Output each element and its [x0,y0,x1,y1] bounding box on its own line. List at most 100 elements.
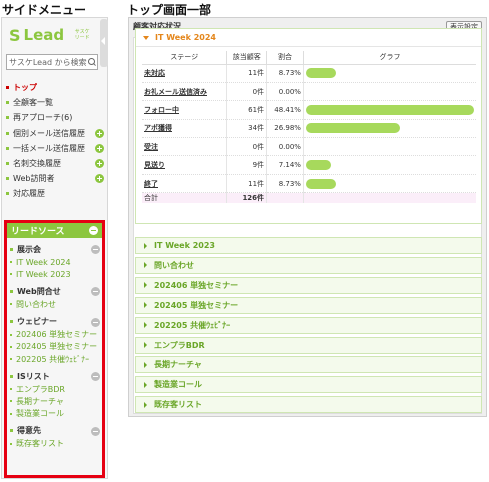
lead-source-panel: リードソース 展示会 IT Week 2024 IT Week 2023 Web問合せ… [4,220,105,478]
plus-icon[interactable] [95,158,104,168]
lead-group: 得意先既存客リスト [10,424,102,450]
lead-source-card-collapsed[interactable]: 202205 共催ｳｪﾋﾞﾅｰ [135,316,482,334]
stage-link[interactable]: お礼メール送信済み [142,82,227,102]
lead-source-label: 製造業コール [16,409,64,419]
lead-source-card-collapsed[interactable]: 製造業コール [135,376,482,394]
collapse-icon[interactable] [91,317,100,327]
lead-source-card-collapsed[interactable]: 長期ナーチャ [135,356,482,374]
bullet-icon [6,192,9,196]
stage-link[interactable]: フォロー中 [142,100,227,120]
plus-icon[interactable] [95,143,104,153]
logo-subtitle: サスケ リード [72,29,92,41]
card-title: IT Week 2024 [155,33,216,42]
lead-source-link[interactable]: 202405 単独セミナー [10,341,102,353]
lead-source-link[interactable]: IT Week 2024 [10,256,102,268]
lead-source-link[interactable]: エンプラBDR [10,383,102,395]
lead-group-label: Web問合せ [17,286,61,296]
card-title: 問い合わせ [154,260,194,270]
lead-source-card-collapsed[interactable]: 既存客リスト [135,396,482,414]
bullet-icon [6,146,9,150]
collapse-icon[interactable] [89,226,98,235]
column-header-graph: グラフ [302,51,476,65]
search-input[interactable] [7,55,87,69]
search-icon[interactable] [87,57,97,67]
collapse-icon[interactable] [91,245,100,254]
sidebar-collapse-handle[interactable] [100,19,108,67]
stage-graph [302,137,476,157]
lead-source-link[interactable]: 202205 共催ｳｪﾋﾞﾅｰ [10,353,102,365]
lead-group-title[interactable]: Web問合せ [10,284,102,298]
sidebar-item-6[interactable]: Web訪問者 [6,171,106,186]
lead-source-link[interactable]: 長期ナーチャ [10,395,102,407]
lead-source-link[interactable]: 既存客リスト [10,438,102,450]
logo-word: Lead [23,26,65,44]
sidebar-menu: トップ 全顧客一覧再アプローチ(6) 個別メール送信履歴一括メール送信履歴名刺交換履… [6,80,106,202]
card-title: 202205 共催ｳｪﾋﾞﾅｰ [154,320,231,330]
lead-source-link[interactable]: IT Week 2023 [10,268,102,280]
sidebar-item-3[interactable]: 個別メール送信履歴 [6,126,106,141]
lead-group-title[interactable]: ISリスト [10,369,102,383]
lead-group-title[interactable]: 得意先 [10,424,102,438]
stage-link[interactable]: 見送り [142,155,227,175]
stage-link[interactable]: 受注 [142,137,227,157]
card-header[interactable]: IT Week 2024 [136,29,481,47]
sidebar-item-label: 再アプローチ(6) [13,113,73,123]
stage-link[interactable]: 未対応 [142,64,227,83]
table-row: 受注 0件 0.00% [142,137,476,157]
collapse-icon[interactable] [91,287,100,297]
bullet-icon [6,131,9,135]
plus-icon[interactable] [95,128,104,138]
collapsed-triangle-icon [144,381,147,388]
lead-source-link[interactable]: 202406 単独セミナー [10,329,102,341]
lead-source-card-collapsed[interactable]: 202406 単独セミナー [135,276,482,294]
bullet-icon [6,116,9,120]
lead-source-card-collapsed[interactable]: 202405 単独セミナー [135,296,482,314]
lead-group-label: 得意先 [17,426,41,436]
sidebar-item-0[interactable]: トップ [6,80,106,95]
stage-link[interactable]: アポ獲得 [142,119,227,139]
stage-count: 11件 [226,64,267,83]
stage-count: 0件 [226,82,267,102]
lead-source-card-collapsed[interactable]: 問い合わせ [135,256,482,274]
lead-group: Web問合せ問い合わせ [10,284,102,310]
lead-source-card-collapsed[interactable]: IT Week 2023 [135,237,482,254]
collapsed-triangle-icon [144,342,147,348]
logo-subtitle-line2: リード [74,35,90,41]
ratio-bar [305,68,337,79]
sidebar-item-label: 一括メール送信履歴 [13,143,85,153]
stage-count: 0件 [226,137,267,157]
sidebar-item-5[interactable]: 名刺交換履歴 [6,156,106,171]
lead-source-title: リードソース [11,227,65,237]
stage-link[interactable]: 終了 [142,174,227,194]
lead-source-link[interactable]: 製造業コール [10,408,102,420]
bullet-icon [6,177,9,181]
collapse-icon[interactable] [91,372,100,382]
lead-source-label: 202406 単独セミナー [16,330,98,340]
sidebar-item-4[interactable]: 一括メール送信履歴 [6,141,106,156]
lead-source-card-collapsed[interactable]: エンプラBDR [135,336,482,354]
plus-icon[interactable] [95,174,104,184]
lead-source-header[interactable]: リードソース [7,223,102,238]
lead-group-title[interactable]: 展示会 [10,242,102,256]
lead-group: ISリスト エンプラBDR 長期ナーチャ製造業コール [10,369,102,420]
bullet-icon [10,400,12,403]
stage-graph [302,100,476,120]
stage-ratio: 8.73% [266,64,304,83]
stage-count: 34件 [226,119,267,139]
stage-ratio: 0.00% [266,137,304,157]
lead-source-link[interactable]: 問い合わせ [10,298,102,310]
stage-ratio: 7.14% [266,155,304,175]
stage-count: 9件 [226,155,267,175]
stage-ratio: 8.73% [266,174,304,194]
lead-source-label: IT Week 2023 [16,269,71,279]
sidebar-item-7[interactable]: 対応履歴 [6,186,106,201]
sidebar-item-2[interactable]: 再アプローチ(6) [6,110,106,125]
lead-group-title[interactable]: ウェビナー [10,315,102,329]
lead-source-label: 202205 共催ｳｪﾋﾞﾅｰ [16,354,90,364]
table-row: 未対応 11件 8.73% [142,64,476,83]
stage-ratio: 0.00% [266,82,304,102]
sidebar-item-1[interactable]: 全顧客一覧 [6,95,106,110]
logo[interactable]: S Lead サスケ リード [3,19,100,51]
ratio-bar [305,104,474,115]
collapse-icon[interactable] [91,426,100,436]
